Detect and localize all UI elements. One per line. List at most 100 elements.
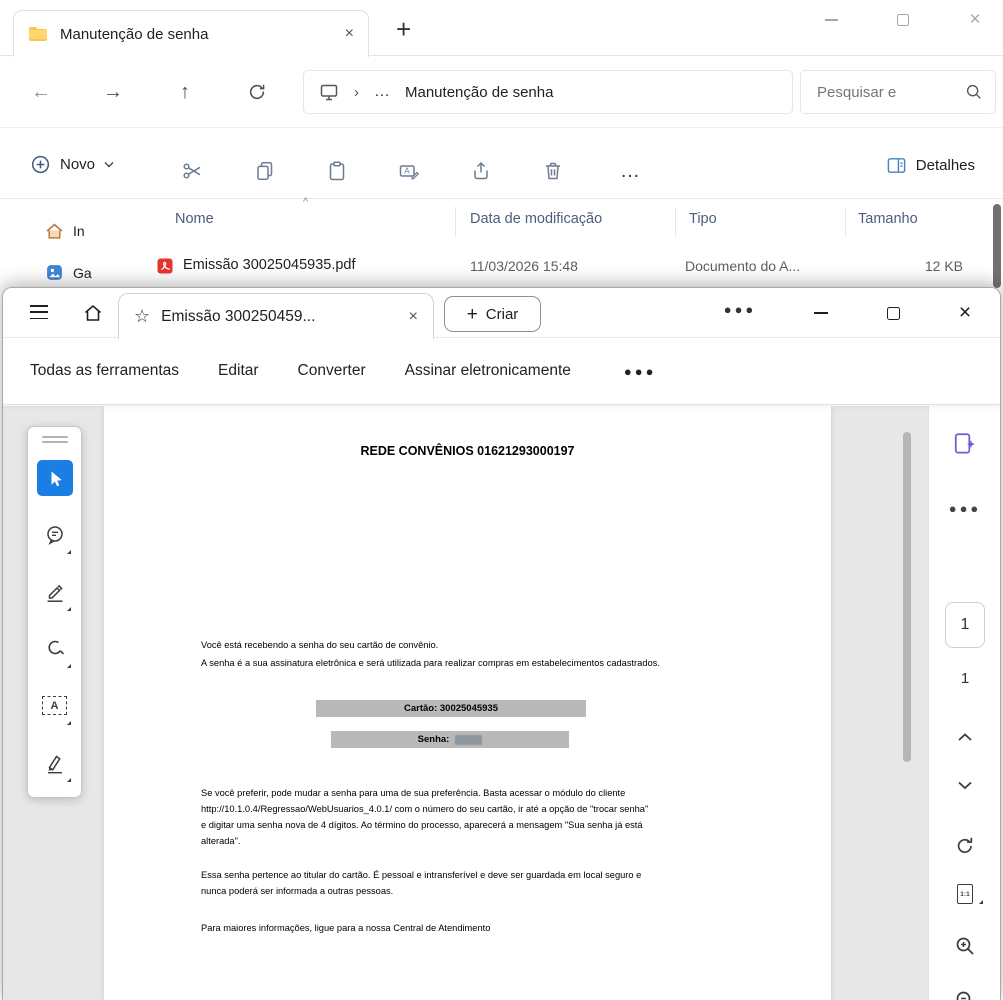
select-tool[interactable] [32,449,77,506]
column-header-size[interactable]: Tamanho [858,211,918,227]
breadcrumb-current-folder[interactable]: Manutenção de senha [405,84,553,101]
copy-button[interactable] [245,153,285,189]
explorer-tab[interactable]: Manutenção de senha × [13,10,369,57]
close-button[interactable]: × [963,6,987,34]
pdf-paragraph-ownership: Essa senha pertence ao titular do cartão… [201,870,642,896]
sidebar-item-gallery-label: Ga [73,264,92,281]
forward-button[interactable]: → [97,75,129,109]
new-button-label: Novo [60,155,96,173]
up-button[interactable]: ↑ [169,75,201,109]
ai-assistant-icon[interactable] [929,428,1000,460]
create-button[interactable]: + Criar [444,296,541,332]
redacted-password [455,734,483,745]
maximize-button[interactable] [891,6,915,34]
chevron-down-icon [104,161,114,168]
svg-text:A: A [404,167,410,176]
file-type: Documento do A... [685,258,801,274]
acrobat-window-controls: × [762,288,978,338]
sort-ascending-icon: ^ [303,196,309,208]
plus-icon: + [466,303,478,325]
actual-size-button[interactable]: 1:1 [929,882,1000,906]
rename-button[interactable]: A [389,153,429,189]
sidebar-item-gallery[interactable]: Ga [45,263,92,282]
details-button[interactable]: Detalhes [886,149,975,181]
column-header-type[interactable]: Tipo [689,211,717,227]
draw-tool[interactable] [32,620,77,677]
circle-plus-icon [30,154,51,175]
sidebar-item-home[interactable]: In [45,222,85,240]
document-tab[interactable]: ☆ Emissão 300250459... × [118,293,434,339]
column-separator [455,207,456,237]
breadcrumb-ellipsis[interactable]: … [374,83,390,101]
home-folder-icon [45,222,64,240]
file-row[interactable]: Emissão 30025045935.pdf 11/03/2026 15:48… [145,247,989,287]
refresh-button[interactable] [241,75,273,109]
breadcrumb-chevron-icon[interactable]: › [354,84,359,101]
sidebar-item-home-label: In [73,223,85,239]
column-header-name[interactable]: Nome [175,211,214,227]
search-icon[interactable] [965,83,983,101]
next-page-button[interactable] [929,778,1000,792]
titlebar-more-button[interactable]: ●●● [717,302,763,317]
minimize-button[interactable] [819,6,843,34]
menu-more-button[interactable]: ●●● [624,364,657,379]
pdf-paragraph-change-password: Se você preferir, pode mudar a senha par… [201,788,649,846]
explorer-nav-bar: ← → ↑ › … Manutenção de senha [0,57,1003,128]
page-total: 1 [960,669,970,687]
pdf-paragraph-contact: Para maiores informações, ligue para a n… [201,923,491,933]
paste-button[interactable] [317,153,357,189]
close-document-icon[interactable]: × [409,308,418,325]
back-button[interactable]: ← [25,75,57,109]
more-options-button[interactable]: … [610,153,650,189]
comment-tool[interactable] [32,506,77,563]
address-bar[interactable]: › … Manutenção de senha [303,70,793,114]
previous-page-button[interactable] [929,730,1000,744]
share-button[interactable] [461,153,501,189]
column-header-modified[interactable]: Data de modificação [470,211,602,227]
acrobat-title-bar: ☆ Emissão 300250459... × + Criar ●●● × [3,288,1000,339]
maximize-button[interactable] [880,298,906,328]
fill-sign-tool[interactable] [32,734,77,791]
star-icon[interactable]: ☆ [134,306,150,327]
details-pane-icon [886,155,907,176]
pdf-scrollbar[interactable] [903,432,911,762]
folder-icon [28,26,48,42]
new-tab-button[interactable]: + [396,14,411,45]
menu-sign[interactable]: Assinar eletronicamente [405,362,571,380]
menu-edit[interactable]: Editar [218,362,259,380]
select-arrow-icon [36,459,73,496]
menu-convert[interactable]: Converter [298,362,366,380]
delete-button[interactable] [533,153,573,189]
tool-rail-drag-handle[interactable] [41,434,68,449]
search-input[interactable] [817,83,965,101]
menu-hamburger-icon[interactable] [30,305,48,320]
search-box [800,70,996,114]
zoom-out-button[interactable] [929,988,1000,1000]
rotate-page-button[interactable] [929,834,1000,858]
menu-all-tools[interactable]: Todas as ferramentas [30,362,179,380]
highlight-tool[interactable] [32,563,77,620]
page-number-input[interactable]: 1 [929,602,1000,648]
pdf-file-icon [156,257,174,275]
text-box-icon: A [42,696,67,715]
column-separator [845,207,846,237]
pdf-document-title: REDE CONVÊNIOS 01621293000197 [360,444,575,458]
gallery-icon [45,263,64,282]
add-text-tool[interactable]: A [32,677,77,734]
create-button-label: Criar [485,305,519,323]
explorer-tab-title: Manutenção de senha [60,25,209,43]
cut-button[interactable] [173,153,213,189]
home-icon[interactable] [82,302,104,324]
this-pc-icon [319,82,339,102]
explorer-command-bar: Novo A … Detalhes [0,129,1003,199]
pdf-intro-paragraph: Você está recebendo a senha do seu cartã… [201,640,660,668]
zoom-in-button[interactable] [929,934,1000,958]
file-name: Emissão 30025045935.pdf [183,257,356,273]
new-button[interactable]: Novo [22,144,122,184]
panel-more-button[interactable]: ●●● [929,498,1000,518]
close-button[interactable]: × [952,298,978,328]
close-tab-icon[interactable]: × [345,26,354,42]
minimize-button[interactable] [808,298,834,328]
explorer-scrollbar[interactable] [993,204,1001,288]
document-tab-title: Emissão 300250459... [161,307,316,325]
